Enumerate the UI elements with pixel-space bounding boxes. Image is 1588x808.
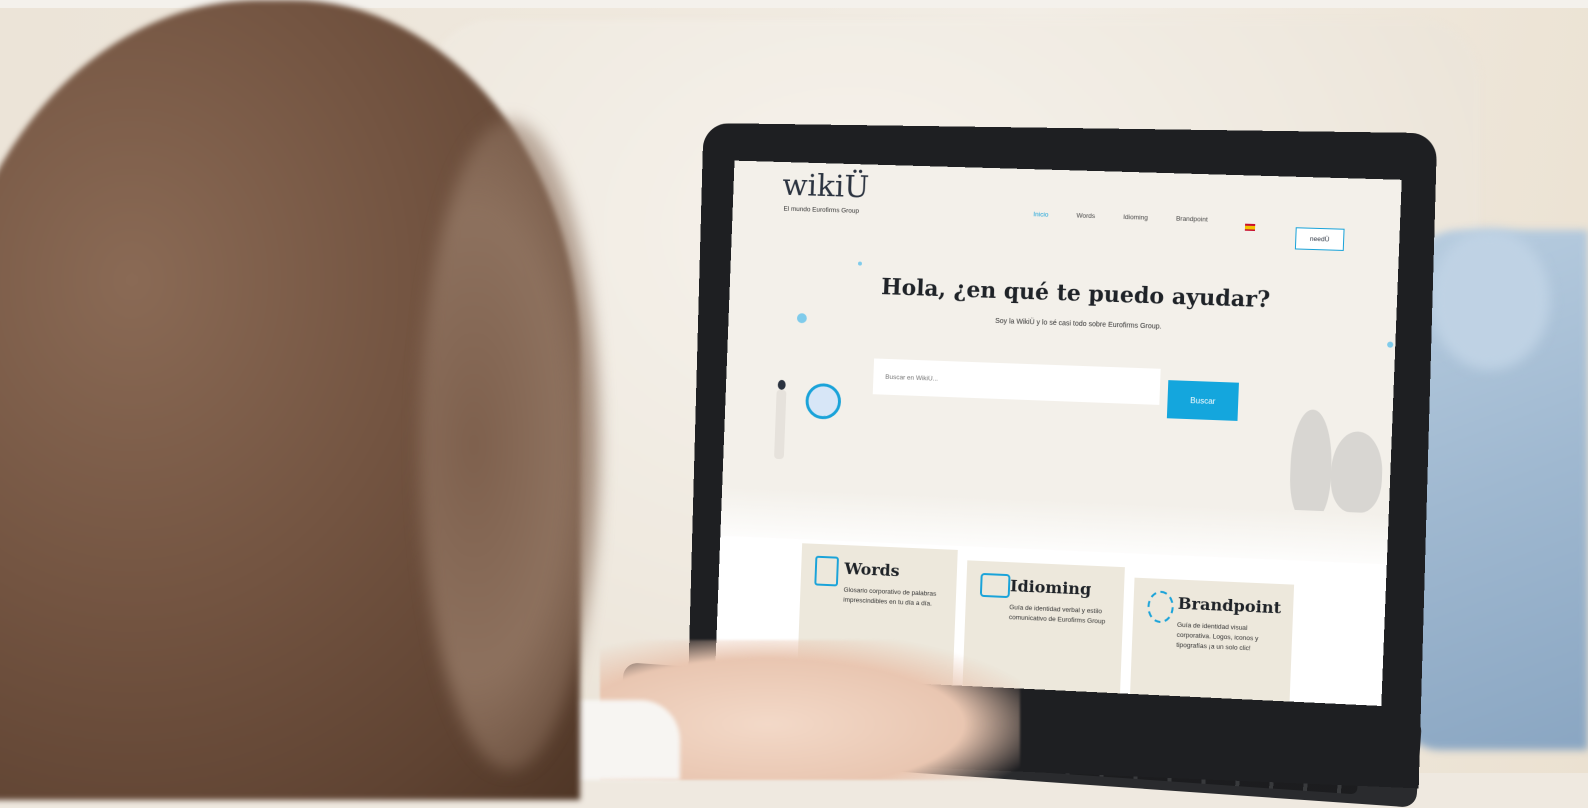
site-tagline: El mundo Eurofirms Group — [783, 206, 859, 215]
card-title: Idioming — [1010, 576, 1111, 599]
site-logo[interactable]: wikiÜ — [782, 168, 870, 205]
decor-dot — [1387, 341, 1393, 347]
card-text: Guía de identidad visual corporativa. Lo… — [1176, 621, 1278, 655]
spain-flag-icon[interactable] — [1245, 224, 1255, 231]
card-text: Guía de identidad verbal y estilo comuni… — [1009, 603, 1110, 627]
nav-item-words[interactable]: Words — [1076, 213, 1095, 221]
illustration-person — [774, 390, 786, 460]
illustration-tree — [1330, 431, 1384, 514]
speech-bubble-icon — [980, 573, 1011, 598]
fingerprint-icon — [1147, 590, 1174, 623]
card-title: Words — [844, 559, 943, 582]
search-button[interactable]: Buscar — [1167, 380, 1239, 421]
book-icon — [814, 556, 839, 587]
card-text: Glosario corporativo de palabras impresc… — [843, 586, 942, 610]
nav-item-brandpoint[interactable]: Brandpoint — [1176, 216, 1208, 224]
magnifier-icon — [805, 383, 842, 420]
laptop-screen: wikiÜ El mundo Eurofirms Group Inicio Wo… — [715, 161, 1402, 706]
person-hair-edge — [420, 120, 600, 770]
hero-title: Hola, ¿en qué te puedo ayudar? — [729, 269, 1397, 317]
nav-item-inicio[interactable]: Inicio — [1033, 211, 1048, 218]
nav-item-idioming[interactable]: Idioming — [1123, 214, 1148, 222]
decor-dot — [858, 262, 862, 266]
illustration-person-head — [778, 380, 786, 390]
illustration-tree — [1288, 409, 1333, 522]
main-nav: Inicio Words Idioming Brandpoint — [1033, 211, 1208, 223]
card-title: Brandpoint — [1178, 594, 1280, 618]
jeans-knee — [1430, 230, 1550, 370]
need-button[interactable]: needÜ — [1295, 227, 1345, 251]
card-brandpoint[interactable]: Brandpoint Guía de identidad visual corp… — [1129, 578, 1294, 706]
search-input[interactable] — [873, 358, 1161, 404]
